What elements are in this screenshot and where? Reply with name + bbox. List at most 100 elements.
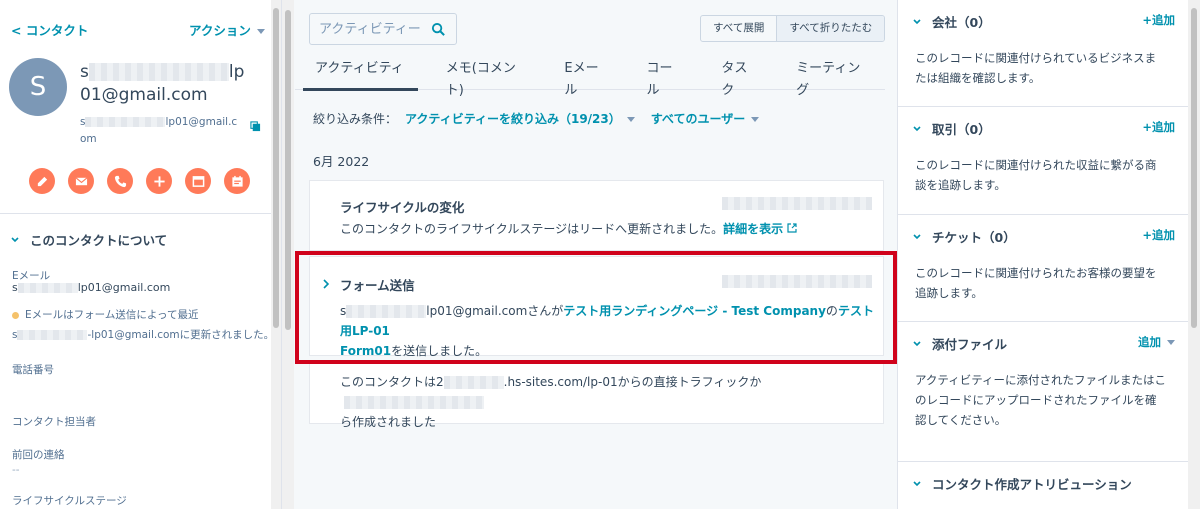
email-icon[interactable] (68, 168, 94, 194)
creation-source-card: このコンタクトは2 .hs-sites.com/lp-01からの直接トラフィックか… (309, 361, 884, 429)
activity-timeline: すべて展開 すべて折りたたむ アクティビティー メモ(コメント) Eメール コー… (295, 0, 895, 509)
task-icon[interactable] (185, 168, 211, 194)
card-body: このコンタクトのライフサイクルステージはリードへ更新されました。詳細を表示 (340, 219, 797, 239)
activity-tabs: アクティビティー メモ(コメント) Eメール コール タスク ミーティング (295, 58, 885, 98)
tab-meetings[interactable]: ミーティング (776, 58, 885, 98)
redacted-block (346, 305, 427, 318)
form-submission-card[interactable]: フォーム送信 s lp01@gmail.comさんがテスト用ランディングページ -… (309, 256, 884, 358)
contact-email-secondary: s lp01@gmail.c om (80, 114, 250, 148)
companies-title: 会社（0） (932, 15, 991, 30)
expand-collapse-toggle: すべて展開 すべて折りたたむ (700, 15, 886, 42)
month-heading: 6月 2022 (313, 154, 370, 169)
card-body: s lp01@gmail.comさんがテスト用ランディングページ - Test C… (340, 301, 875, 361)
chevron-down-icon (913, 233, 921, 239)
meeting-icon[interactable] (224, 168, 250, 194)
activity-search (309, 13, 457, 45)
call-icon[interactable] (107, 168, 133, 194)
landing-page-link[interactable]: テスト用ランディングページ - Test Company (563, 304, 826, 318)
tickets-toggle[interactable]: チケット（0） (912, 227, 1016, 246)
add-deal-button[interactable]: +追加 (1142, 119, 1175, 135)
chevron-down-icon (913, 18, 921, 24)
add-icon[interactable] (146, 168, 172, 194)
left-scrollbar[interactable] (271, 0, 281, 509)
scrollbar-thumb[interactable] (273, 8, 279, 328)
redacted-block (85, 117, 166, 127)
note-icon[interactable] (29, 168, 55, 194)
divider (0, 213, 281, 214)
email-value[interactable]: s lp01@gmail.com (12, 281, 170, 294)
about-section-toggle[interactable]: このコンタクトについて (10, 230, 167, 249)
sub-line2: om (80, 133, 97, 145)
name-suffix: lp (228, 62, 245, 82)
companies-description: このレコードに関連付けられているビジネスまたは組織を確認します。 (915, 51, 1157, 85)
phone-label: 電話番号 (12, 364, 54, 376)
tab-tasks[interactable]: タスク (701, 58, 776, 98)
back-to-contacts-link[interactable]: < コンタクト (11, 20, 88, 39)
expand-all-button[interactable]: すべて展開 (701, 16, 776, 41)
source-prefix: このコンタクトは2 (340, 375, 444, 389)
deals-description: このレコードに関連付けられた収益に繋がる商談を追跡します。 (915, 158, 1157, 192)
center-scrollbar[interactable] (282, 0, 294, 509)
add-attachment-dropdown[interactable]: 追加 (1138, 334, 1175, 350)
email-suffix: lp01@gmail.com (77, 281, 171, 294)
actions-dropdown[interactable]: アクション (189, 20, 265, 39)
form-link-cont[interactable]: Form01 (340, 344, 391, 358)
chevron-down-icon (751, 117, 760, 122)
view-details-label: 詳細を表示 (723, 222, 784, 236)
add-attachment-label: 追加 (1138, 335, 1161, 349)
companies-toggle[interactable]: 会社（0） (912, 12, 991, 31)
scrollbar-thumb[interactable] (1191, 8, 1197, 328)
status-dot (12, 311, 19, 319)
attribution-section: コンタクト作成アトリビューション (898, 462, 1189, 509)
source-line2: ら作成されました (340, 415, 437, 429)
chevron-down-icon (913, 125, 921, 131)
search-icon[interactable] (431, 22, 446, 37)
redacted-block (17, 283, 78, 293)
right-scrollbar[interactable] (1188, 0, 1200, 509)
user-filter-label: すべてのユーザー (650, 112, 746, 126)
last-contact-value: -- (12, 464, 20, 476)
chevron-down-icon (11, 236, 19, 242)
attachments-toggle[interactable]: 添付ファイル (912, 334, 1007, 353)
chevron-down-icon (256, 29, 265, 34)
deals-toggle[interactable]: 取引（0） (912, 119, 991, 138)
card-body: このコンタクトは2 .hs-sites.com/lp-01からの直接トラフィックか… (340, 372, 875, 432)
add-company-button[interactable]: +追加 (1142, 12, 1175, 28)
email-update-note: Eメールはフォーム送信によって最近 (12, 307, 198, 322)
sub-suffix: lp01@gmail.c (165, 116, 238, 128)
copy-icon[interactable] (250, 121, 261, 132)
deals-title: 取引（0） (932, 122, 991, 137)
add-ticket-button[interactable]: +追加 (1142, 227, 1175, 243)
lifecycle-label: ライフサイクルステージ (12, 495, 127, 507)
activity-filter-label: アクティビティーを絞り込み（19/23） (405, 112, 621, 126)
chevron-down-icon (626, 117, 635, 122)
attachments-title: 添付ファイル (932, 337, 1008, 352)
associations-sidebar: 会社（0） +追加 このレコードに関連付けられているビジネスまたは組織を確認しま… (897, 0, 1189, 509)
activity-filter-dropdown[interactable]: アクティビティーを絞り込み（19/23） (405, 110, 635, 127)
tab-emails[interactable]: Eメール (544, 58, 626, 98)
contact-sidebar: < コンタクト アクション S s lp 01@gmail.com s lp01@g… (0, 0, 282, 509)
view-details-link[interactable]: 詳細を表示 (723, 222, 797, 236)
chevron-right-icon[interactable] (322, 279, 330, 289)
actions-label: アクション (189, 23, 251, 38)
tickets-section: チケット（0） +追加 このレコードに関連付けられたお客様の要望を追跡します。 (898, 215, 1189, 322)
tab-activity[interactable]: アクティビティー (295, 58, 426, 98)
redacted-timestamp (722, 275, 872, 288)
activity-search-input[interactable] (310, 14, 420, 44)
attribution-toggle[interactable]: コンタクト作成アトリビューション (912, 474, 1132, 493)
deals-section: 取引（0） +追加 このレコードに関連付けられた収益に繋がる商談を追跡します。 (898, 107, 1189, 215)
avatar: S (9, 58, 67, 116)
tab-notes[interactable]: メモ(コメント) (426, 58, 545, 98)
redacted-block (88, 63, 229, 81)
attachments-section: 添付ファイル 追加 アクティビティーに添付されたファイルまたはこのレコードにアッ… (898, 322, 1189, 462)
contact-name: s lp 01@gmail.com (80, 61, 270, 107)
user-filter-dropdown[interactable]: すべてのユーザー (650, 110, 760, 127)
scrollbar-thumb[interactable] (285, 10, 291, 330)
lifecycle-change-card: ライフサイクルの変化 このコンタクトのライフサイクルステージはリードへ更新されま… (309, 180, 884, 251)
tab-calls[interactable]: コール (627, 58, 702, 98)
source-middle: .hs-sites.com/lp-01からの直接トラフィックか (503, 375, 762, 389)
chevron-down-icon (913, 340, 921, 346)
filter-label: 絞り込み条件： (313, 112, 398, 126)
companies-section: 会社（0） +追加 このレコードに関連付けられているビジネスまたは組織を確認しま… (898, 0, 1189, 107)
collapse-all-button[interactable]: すべて折りたたむ (776, 16, 885, 41)
